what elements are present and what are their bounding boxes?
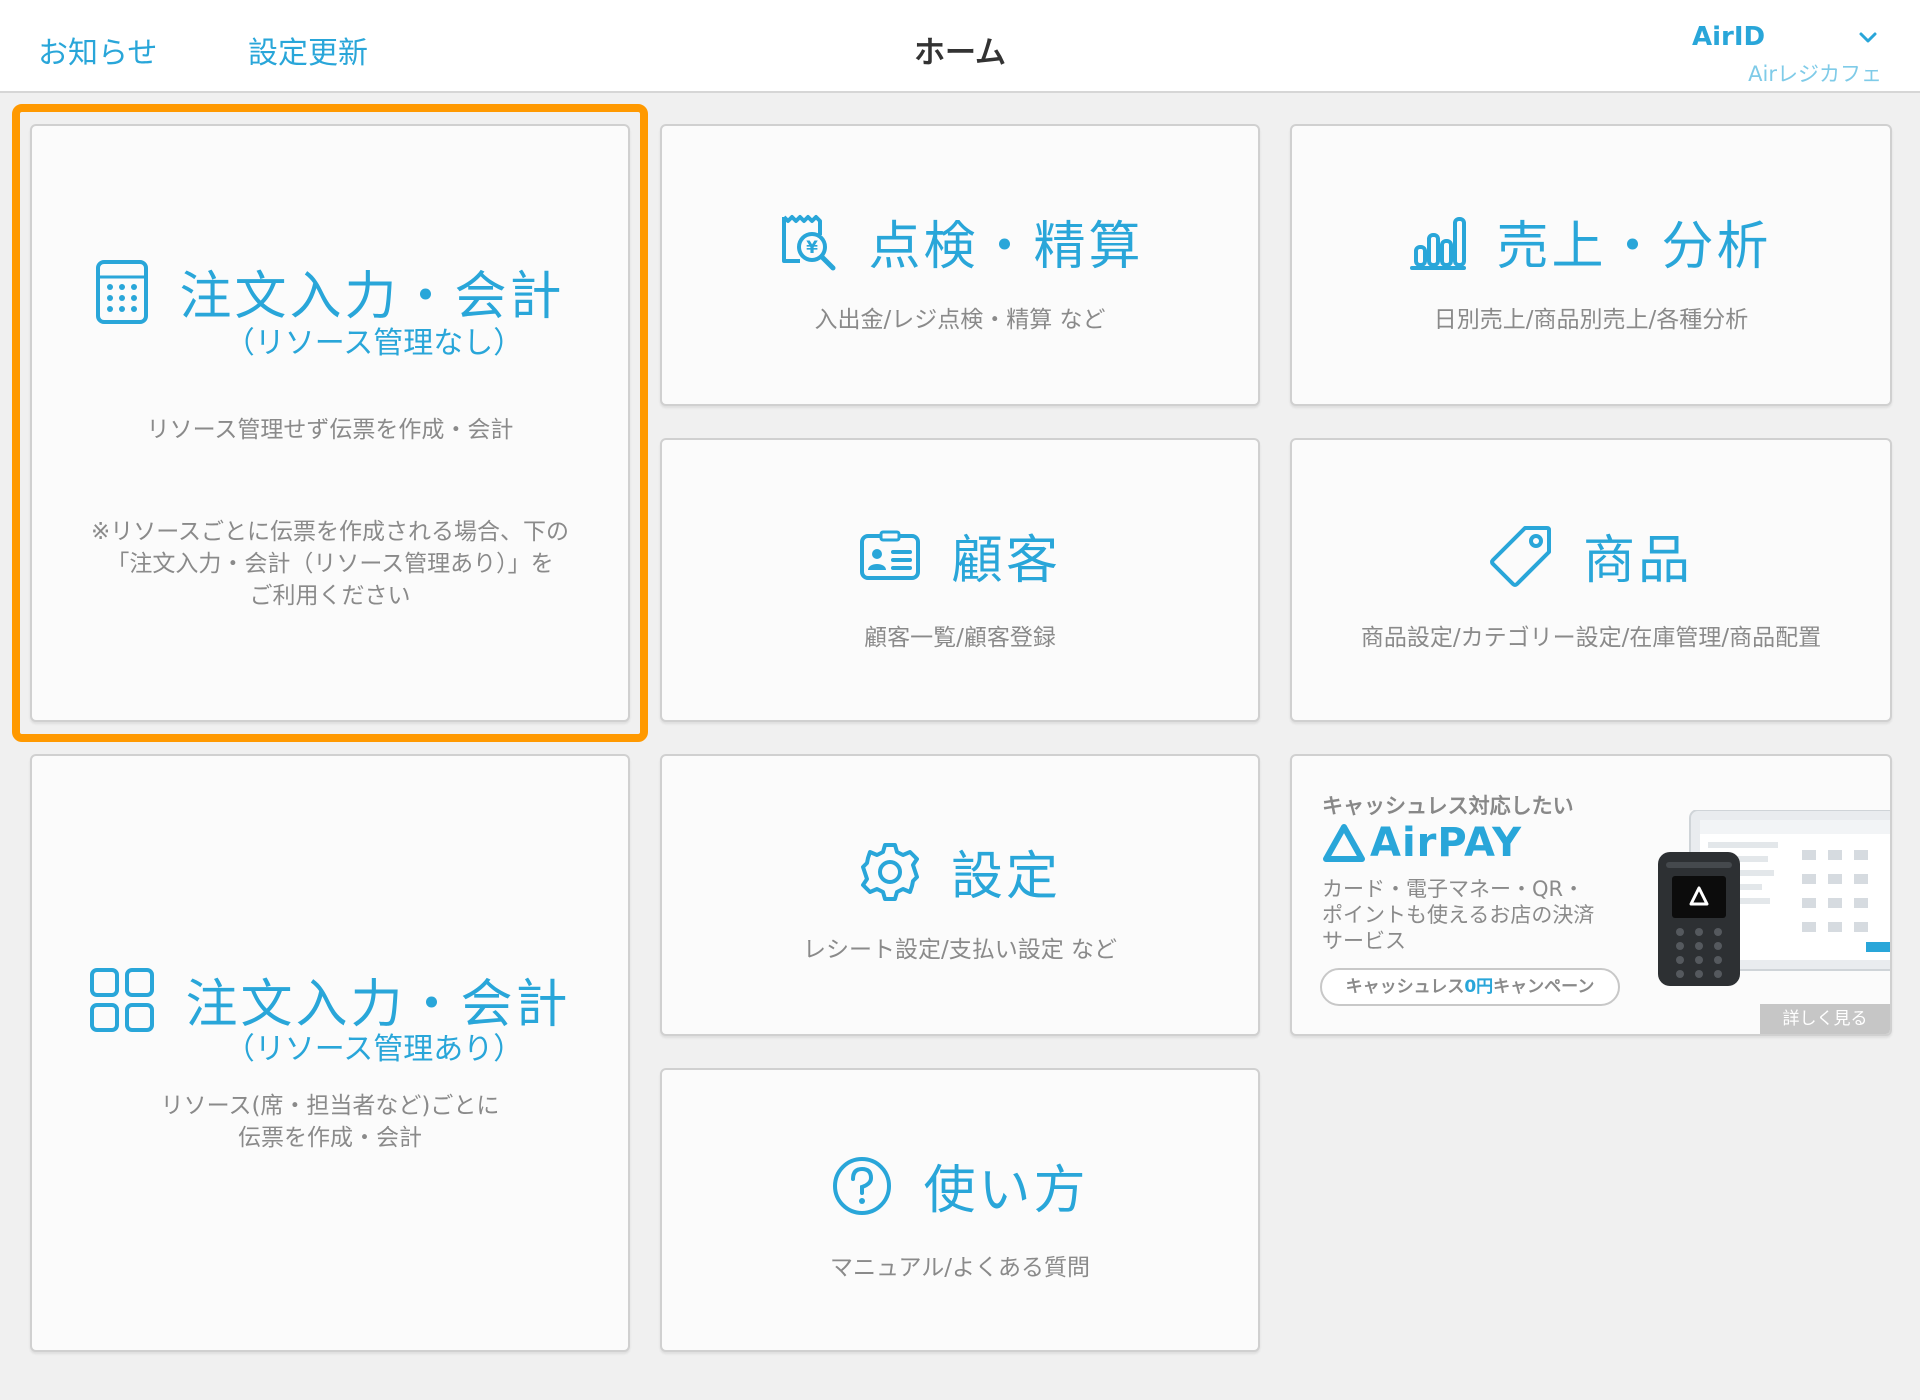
sales-analysis-tile[interactable]: 売上・分析 日別売上/商品別売上/各種分析 xyxy=(1290,124,1892,406)
promo-brand-name: AirPAY xyxy=(1370,820,1523,866)
airpay-logo-icon xyxy=(1323,824,1365,862)
tile-title: 使い方 xyxy=(923,1161,1089,1221)
update-settings-link[interactable]: 設定更新 xyxy=(248,28,368,72)
tile-description: リソース管理せず伝票を作成・会計 xyxy=(146,417,514,443)
how-to-use-tile[interactable]: 使い方 マニュアル/よくある質問 xyxy=(660,1068,1260,1352)
tile-header: 商品 xyxy=(1292,518,1890,593)
airpay-promo-banner[interactable]: キャッシュレス対応したい AirPAY カード・電子マネー・QR・ ポイントも使… xyxy=(1290,754,1892,1036)
tile-note-line-2: 「注文入力・会計（リソース管理あり）」を xyxy=(106,551,554,577)
gear-icon xyxy=(859,841,921,903)
tile-note-line-3: ご利用ください xyxy=(249,583,411,609)
campaign-label-post: キャンペーン xyxy=(1493,977,1595,997)
tile-title: 商品 xyxy=(1582,531,1693,591)
promo-description: カード・電子マネー・QR・ ポイントも使えるお店の決済 サービス xyxy=(1322,876,1652,954)
tile-header: 設定 xyxy=(662,834,1258,909)
campaign-label-highlight: 0円 xyxy=(1464,977,1494,997)
tile-title: 顧客 xyxy=(950,531,1061,591)
svg-text:¥: ¥ xyxy=(807,238,819,258)
tile-title: 点検・精算 xyxy=(868,217,1144,277)
payment-device-illustration xyxy=(1658,810,1890,986)
tile-description: 入出金/レジ点検・精算 など xyxy=(814,307,1106,333)
promo-text-line-2: ポイントも使えるお店の決済 xyxy=(1322,903,1595,927)
account-menu-button[interactable]: AirID xyxy=(1692,22,1765,52)
store-name: Airレジカフェ xyxy=(1748,62,1882,86)
inspection-settlement-tile[interactable]: ¥ 点検・精算 入出金/レジ点検・精算 など xyxy=(660,124,1260,406)
order-entry-no-resource-tile[interactable]: 注文入力・会計 （リソース管理なし） リソース管理せず伝票を作成・会計 ※リソー… xyxy=(30,124,630,722)
promo-text-line-3: サービス xyxy=(1322,929,1406,953)
tile-title: 売上・分析 xyxy=(1496,217,1772,277)
tile-note-line-1: ※リソースごとに伝票を作成される場合、下の xyxy=(90,519,570,545)
id-card-icon xyxy=(859,530,921,582)
receipt-search-icon: ¥ xyxy=(776,211,838,273)
chevron-down-icon[interactable] xyxy=(1856,26,1880,50)
campaign-label-pre: キャッシュレス xyxy=(1345,977,1465,997)
order-entry-with-resource-tile[interactable]: 注文入力・会計 （リソース管理あり） リソース(席・担当者など)ごとに 伝票を作… xyxy=(30,754,630,1352)
tile-header: 使い方 xyxy=(662,1148,1258,1223)
calculator-icon xyxy=(95,259,149,325)
tile-header: 顧客 xyxy=(662,518,1258,593)
help-question-icon xyxy=(831,1155,893,1217)
customer-tile[interactable]: 顧客 顧客一覧/顧客登録 xyxy=(660,438,1260,722)
product-tile[interactable]: 商品 商品設定/カテゴリー設定/在庫管理/商品配置 xyxy=(1290,438,1892,722)
promo-brand: AirPAY xyxy=(1322,820,1522,866)
tile-description: 日別売上/商品別売上/各種分析 xyxy=(1433,307,1749,333)
promo-headline: キャッシュレス対応したい xyxy=(1322,794,1574,818)
tile-header: 売上・分析 xyxy=(1292,204,1890,279)
promo-text-line-1: カード・電子マネー・QR・ xyxy=(1322,877,1585,901)
tile-subtitle: （リソース管理あり） xyxy=(224,1032,524,1067)
tile-description: 顧客一覧/顧客登録 xyxy=(864,625,1056,651)
tile-description-line-2: 伝票を作成・会計 xyxy=(238,1125,422,1151)
tile-description-line-1: リソース(席・担当者など)ごとに xyxy=(160,1093,500,1119)
top-header: お知らせ 設定更新 ホーム AirID Airレジカフェ xyxy=(0,0,1920,93)
grid-icon xyxy=(89,967,155,1033)
campaign-button[interactable]: キャッシュレス0円キャンペーン xyxy=(1320,968,1620,1006)
promo-more-button[interactable]: 詳しく見る xyxy=(1760,1004,1890,1034)
tile-description: 商品設定/カテゴリー設定/在庫管理/商品配置 xyxy=(1360,625,1822,651)
tag-icon xyxy=(1489,524,1553,588)
settings-tile[interactable]: 設定 レシート設定/支払い設定 など xyxy=(660,754,1260,1036)
tile-title: 設定 xyxy=(950,847,1061,907)
tile-description: レシート設定/支払い設定 など xyxy=(802,937,1118,963)
bar-chart-icon xyxy=(1410,213,1467,271)
notice-link[interactable]: お知らせ xyxy=(38,28,157,72)
tile-subtitle: （リソース管理なし） xyxy=(224,326,524,361)
tile-description: マニュアル/よくある質問 xyxy=(829,1255,1091,1281)
tile-header: ¥ 点検・精算 xyxy=(662,204,1258,279)
